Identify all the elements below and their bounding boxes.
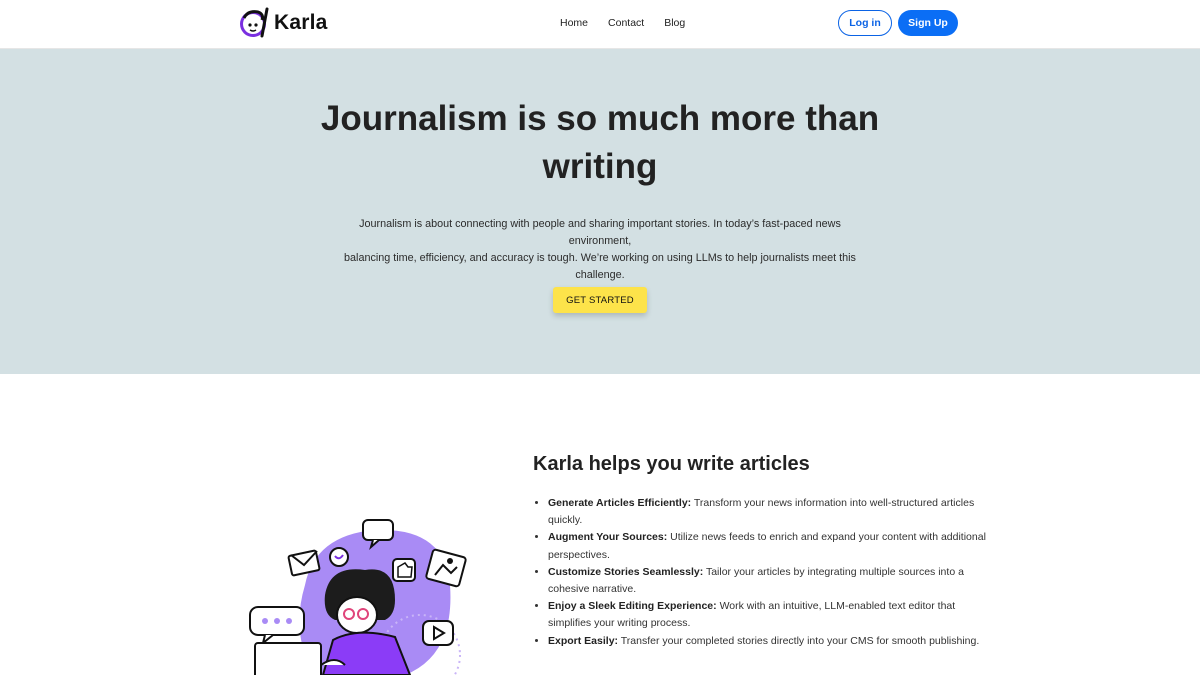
heart-icon (329, 547, 349, 567)
hero-title-line2: writing (542, 147, 658, 186)
nav-link-home[interactable]: Home (560, 17, 588, 29)
hero-text-line1: Journalism is about connecting with peop… (359, 218, 841, 247)
hero-title-line1: Journalism is so much more than (320, 99, 880, 138)
list-item: Customize Stories Seamlessly: Tailor you… (548, 564, 988, 598)
thumbs-up-icon (392, 558, 416, 582)
brand-logo[interactable]: Karla (238, 6, 328, 40)
list-item: Export Easily: Transfer your completed s… (548, 633, 988, 650)
nav-link-blog[interactable]: Blog (664, 17, 685, 29)
hero-description: Journalism is about connecting with peop… (330, 216, 870, 284)
nav-link-contact[interactable]: Contact (608, 17, 644, 29)
karla-logo-icon (240, 7, 269, 38)
signup-button[interactable]: Sign Up (898, 10, 958, 36)
get-started-button[interactable]: GET STARTED (553, 287, 647, 313)
login-button[interactable]: Log in (838, 10, 892, 36)
feature-title: Customize Stories Seamlessly: (548, 565, 704, 578)
list-item: Augment Your Sources: Utilize news feeds… (548, 529, 988, 563)
brand-name: Karla (274, 11, 328, 34)
feature-title: Augment Your Sources: (548, 531, 668, 544)
feature-title: Export Easily: (548, 634, 619, 647)
feature-title: Generate Articles Efficiently: (548, 497, 692, 509)
nav-links: Home Contact Blog (560, 17, 705, 29)
features-list: Generate Articles Efficiently: Transform… (533, 495, 988, 650)
features-title: Karla helps you write articles (533, 453, 810, 475)
hero-title: Journalism is so much more than writing (300, 95, 900, 191)
typing-bubble-icon (249, 606, 305, 646)
navbar: Karla Home Contact Blog Log in Sign Up (0, 0, 1200, 49)
play-video-icon (422, 620, 454, 646)
feature-text: Transfer your completed stories directly… (618, 634, 980, 647)
feature-title: Enjoy a Sleek Editing Experience: (548, 600, 717, 613)
writer-illustration (245, 515, 475, 675)
list-item: Enjoy a Sleek Editing Experience: Work w… (548, 598, 988, 632)
hero-text-line2: balancing time, efficiency, and accuracy… (344, 252, 856, 281)
envelope-icon (287, 549, 321, 577)
hero-section: Journalism is so much more than writing … (0, 49, 1200, 374)
list-item: Generate Articles Efficiently: Transform… (548, 495, 988, 529)
